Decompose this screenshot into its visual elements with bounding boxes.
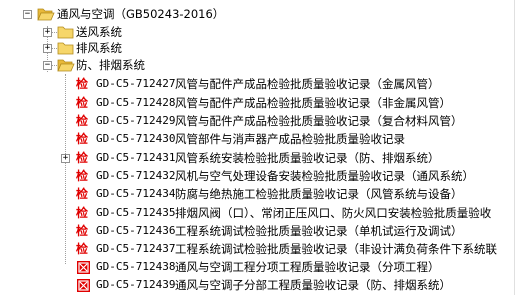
record-item[interactable]: 检 GD-C5-712430 风管部件与消声器产成品检验批质量验收记录 bbox=[0, 129, 514, 149]
check-record-icon: 检 bbox=[76, 114, 89, 128]
check-record-icon: 检 bbox=[76, 96, 89, 110]
record-title: 风管与配件产成品检验批质量验收记录（金属风管） bbox=[175, 77, 440, 91]
record-code: GD-C5-712437 bbox=[96, 242, 176, 255]
panel-right-edge bbox=[514, 0, 529, 295]
collapse-toggle[interactable]: − bbox=[23, 10, 32, 19]
record-code: GD-C5-712430 bbox=[96, 132, 176, 145]
record-code: GD-C5-712439 bbox=[96, 278, 176, 291]
expand-toggle[interactable]: + bbox=[43, 44, 52, 53]
record-item[interactable]: 检 GD-C5-712429 风管与配件产成品检验批质量验收记录（复合材料风管） bbox=[0, 111, 514, 131]
record-item[interactable]: + 检 GD-C5-712431 风管系统安装检验批质量验收记录（防、排烟系统） bbox=[0, 148, 514, 168]
record-item[interactable]: GD-C5-712439 通风与空调子分部工程质量验收记录（防、排烟系统） bbox=[0, 275, 514, 295]
record-title: 风管与配件产成品检验批质量验收记录（复合材料风管） bbox=[175, 114, 463, 128]
red-box-icon bbox=[77, 279, 90, 292]
folder-icon bbox=[57, 42, 74, 55]
record-code: GD-C5-712432 bbox=[96, 169, 176, 182]
check-record-icon: 检 bbox=[76, 77, 89, 91]
record-item[interactable]: 检 GD-C5-712434 防腐与绝热施工检验批质量验收记录（风管系统与设备） bbox=[0, 184, 514, 204]
check-record-icon: 检 bbox=[76, 169, 89, 183]
record-title: 风机与空气处理设备安装检验批质量验收记录（通风系统） bbox=[175, 169, 474, 183]
collapse-toggle[interactable]: − bbox=[43, 61, 52, 70]
open-folder-icon bbox=[57, 59, 75, 72]
check-record-icon: 检 bbox=[76, 242, 89, 256]
record-item[interactable]: 检 GD-C5-712436 工程系统调试检验批质量验收记录（单机试运行及调试） bbox=[0, 221, 514, 241]
record-code: GD-C5-712431 bbox=[96, 151, 176, 164]
record-title: 排烟风阀（口）、常闭正压风口、防火风口安装检验批质量验收 bbox=[175, 206, 492, 220]
record-item[interactable]: 检 GD-C5-712432 风机与空气处理设备安装检验批质量验收记录（通风系统… bbox=[0, 166, 514, 186]
tree-node-label: 排风系统 bbox=[76, 41, 122, 55]
tree-node-label: 通风与空调（GB50243-2016） bbox=[57, 7, 225, 21]
check-record-icon: 检 bbox=[76, 132, 89, 146]
record-title: 工程系统调试检验批质量验收记录（非设计满负荷条件下系统联 bbox=[175, 242, 497, 256]
expand-toggle[interactable]: + bbox=[43, 28, 52, 37]
record-title: 风管系统安装检验批质量验收记录（防、排烟系统） bbox=[175, 151, 440, 165]
check-record-icon: 检 bbox=[76, 151, 89, 165]
record-item[interactable]: 检 GD-C5-712427 风管与配件产成品检验批质量验收记录（金属风管） bbox=[0, 74, 514, 94]
record-item[interactable]: 检 GD-C5-712437 工程系统调试检验批质量验收记录（非设计满负荷条件下… bbox=[0, 239, 514, 259]
record-code: GD-C5-712428 bbox=[96, 96, 176, 109]
record-code: GD-C5-712435 bbox=[96, 206, 176, 219]
record-title: 工程系统调试检验批质量验收记录（单机试运行及调试） bbox=[175, 224, 463, 238]
folder-icon bbox=[57, 26, 74, 39]
record-title: 通风与空调子分部工程质量验收记录（防、排烟系统） bbox=[175, 278, 451, 292]
tree-node-label: 防、排烟系统 bbox=[76, 58, 145, 72]
tree-node-group[interactable]: − 防、排烟系统 bbox=[0, 55, 510, 75]
check-record-icon: 检 bbox=[76, 224, 89, 238]
record-title: 通风与空调工程分项工程质量验收记录（分项工程） bbox=[175, 260, 440, 274]
record-item[interactable]: GD-C5-712438 通风与空调工程分项工程质量验收记录（分项工程） bbox=[0, 257, 514, 277]
record-title: 防腐与绝热施工检验批质量验收记录（风管系统与设备） bbox=[175, 187, 463, 201]
record-code: GD-C5-712434 bbox=[96, 187, 176, 200]
record-code: GD-C5-712429 bbox=[96, 114, 176, 127]
check-record-icon: 检 bbox=[76, 206, 89, 220]
red-box-icon bbox=[77, 261, 90, 274]
record-title: 风管部件与消声器产成品检验批质量验收记录 bbox=[175, 132, 405, 146]
record-item[interactable]: 检 GD-C5-712428 风管与配件产成品检验批质量验收记录（非金属风管） bbox=[0, 93, 514, 113]
record-code: GD-C5-712438 bbox=[96, 260, 176, 273]
record-code: GD-C5-712436 bbox=[96, 224, 176, 237]
tree-node-root[interactable]: − 通风与空调（GB50243-2016） bbox=[0, 4, 510, 24]
open-folder-icon bbox=[37, 8, 55, 21]
record-tree: − 通风与空调（GB50243-2016） + 送风系统 + 排风系统 − 防、… bbox=[0, 0, 529, 295]
expand-toggle[interactable]: + bbox=[61, 154, 70, 163]
record-code: GD-C5-712427 bbox=[96, 77, 176, 90]
check-record-icon: 检 bbox=[76, 187, 89, 201]
record-item[interactable]: 检 GD-C5-712435 排烟风阀（口）、常闭正压风口、防火风口安装检验批质… bbox=[0, 203, 514, 223]
record-title: 风管与配件产成品检验批质量验收记录（非金属风管） bbox=[175, 96, 451, 110]
